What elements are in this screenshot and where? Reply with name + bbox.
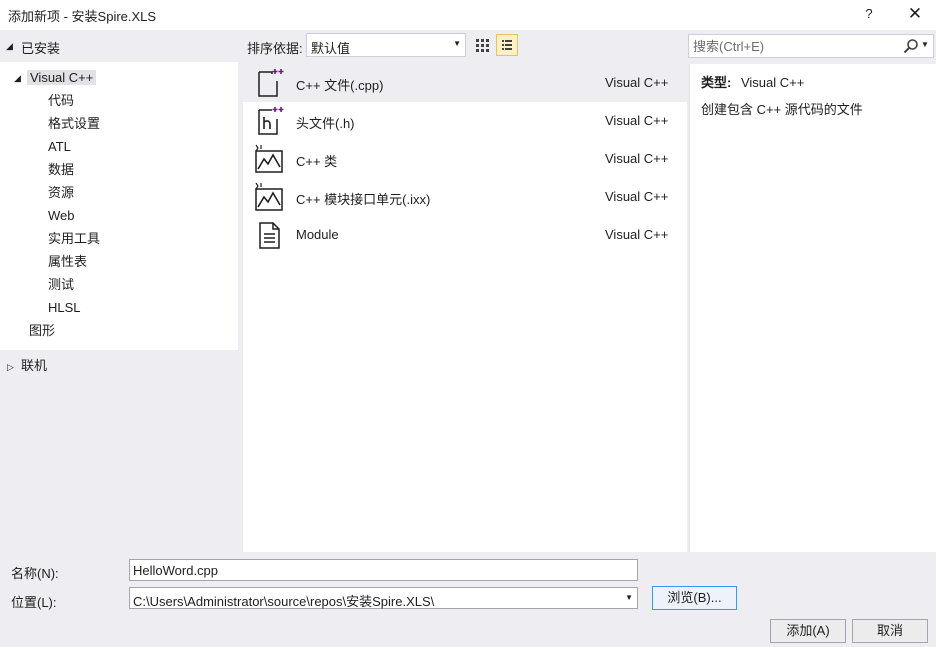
- list-view-button[interactable]: [496, 34, 518, 56]
- header-file-icon: [258, 107, 284, 135]
- name-field[interactable]: HelloWord.cpp: [129, 559, 638, 581]
- tree-item-online[interactable]: 联机: [21, 355, 47, 377]
- help-button[interactable]: ?: [856, 3, 882, 25]
- name-value: HelloWord.cpp: [133, 563, 219, 578]
- tree-item-hlsl[interactable]: HLSL: [48, 297, 81, 319]
- module-interface-icon: [255, 182, 283, 211]
- cpp-file-icon: [258, 69, 284, 97]
- tree-item-atl[interactable]: ATL: [48, 136, 71, 158]
- dropdown-arrow-icon: ▼: [453, 39, 461, 48]
- window-title: 添加新项 - 安装Spire.XLS: [8, 9, 157, 24]
- details-pane: 类型: Visual C++ 创建包含 C++ 源代码的文件: [689, 64, 936, 552]
- location-value: C:\Users\Administrator\source\repos\安装Sp…: [133, 594, 435, 609]
- type-line: 类型: Visual C++: [701, 72, 804, 91]
- search-input[interactable]: [693, 37, 893, 55]
- tree-item-data[interactable]: 数据: [48, 159, 74, 181]
- expand-arrow-icon[interactable]: ▷: [7, 362, 14, 373]
- add-button[interactable]: 添加(A): [770, 619, 846, 643]
- template-type: Visual C++: [605, 151, 669, 166]
- template-name: 头文件(.h): [296, 116, 355, 131]
- name-label: 名称(N):: [11, 566, 59, 581]
- tree-item-resources[interactable]: 资源: [48, 182, 74, 204]
- tree-item-test[interactable]: 测试: [48, 274, 74, 296]
- installed-label: 已安装: [21, 41, 61, 56]
- sort-dropdown[interactable]: 默认值 ▼: [306, 33, 466, 57]
- dropdown-arrow-icon[interactable]: ▼: [625, 593, 633, 602]
- list-item[interactable]: C++ 类 Visual C++: [243, 140, 687, 178]
- installed-header[interactable]: ◢ 已安装: [0, 30, 238, 62]
- sort-value: 默认值: [311, 41, 351, 56]
- template-name: C++ 模块接口单元(.ixx): [296, 192, 431, 207]
- category-tree-pane: ◢ 已安装 ◢ Visual C++ 代码 格式设置 ATL 数据 资源 Web…: [0, 30, 238, 552]
- list-item[interactable]: Module Visual C++: [243, 216, 687, 254]
- template-name: Module: [296, 227, 339, 242]
- cancel-button[interactable]: 取消: [852, 619, 928, 643]
- search-icon[interactable]: [903, 38, 919, 54]
- template-type: Visual C++: [605, 75, 669, 90]
- cpp-class-icon: [255, 144, 283, 173]
- template-list: C++ 文件(.cpp) Visual C++ 头文件(.h) Visual C…: [243, 64, 687, 552]
- template-type: Visual C++: [605, 189, 669, 204]
- list-item[interactable]: C++ 模块接口单元(.ixx) Visual C++: [243, 178, 687, 216]
- sort-label: 排序依据:: [247, 41, 303, 56]
- grid-view-icon: [476, 39, 489, 52]
- category-tree: ◢ Visual C++ 代码 格式设置 ATL 数据 资源 Web 实用工具 …: [0, 62, 238, 350]
- tree-item-utility[interactable]: 实用工具: [48, 228, 100, 250]
- close-button[interactable]: ✕: [902, 3, 928, 25]
- template-type: Visual C++: [605, 113, 669, 128]
- search-box: ▼: [688, 34, 934, 58]
- tree-item-formatting[interactable]: 格式设置: [48, 113, 100, 135]
- tree-item-graphics[interactable]: 图形: [29, 320, 55, 342]
- grid-view-button[interactable]: [471, 34, 493, 56]
- template-name: C++ 类: [296, 154, 338, 169]
- collapse-arrow-icon[interactable]: ◢: [14, 73, 21, 84]
- location-label: 位置(L):: [11, 595, 57, 610]
- tree-item-code[interactable]: 代码: [48, 90, 74, 112]
- template-type: Visual C++: [605, 227, 669, 242]
- list-toolbar: 排序依据: 默认值 ▼: [243, 30, 687, 62]
- template-description: 创建包含 C++ 源代码的文件: [701, 102, 863, 117]
- type-value: Visual C++: [740, 75, 805, 90]
- dropdown-arrow-icon[interactable]: ▼: [921, 40, 929, 49]
- bottom-form: 名称(N): HelloWord.cpp 位置(L): C:\Users\Adm…: [0, 552, 936, 647]
- collapse-arrow-icon[interactable]: ◢: [6, 41, 13, 52]
- module-file-icon: [259, 222, 280, 249]
- type-label: 类型:: [701, 75, 732, 90]
- tree-item-web[interactable]: Web: [48, 205, 75, 227]
- title-bar: 添加新项 - 安装Spire.XLS ? ✕: [0, 0, 936, 30]
- template-name: C++ 文件(.cpp): [296, 78, 384, 93]
- list-item[interactable]: 头文件(.h) Visual C++: [243, 102, 687, 140]
- list-item[interactable]: C++ 文件(.cpp) Visual C++: [243, 64, 687, 102]
- list-view-icon: [502, 40, 512, 50]
- tree-item-label: Visual C++: [27, 70, 97, 85]
- tree-item-property-sheets[interactable]: 属性表: [48, 251, 87, 273]
- browse-button[interactable]: 浏览(B)...: [652, 586, 737, 610]
- tree-item-visual-cpp[interactable]: Visual C++: [27, 67, 97, 89]
- dialog-body: ◢ 已安装 ◢ Visual C++ 代码 格式设置 ATL 数据 资源 Web…: [0, 30, 936, 552]
- location-combobox[interactable]: C:\Users\Administrator\source\repos\安装Sp…: [129, 587, 638, 609]
